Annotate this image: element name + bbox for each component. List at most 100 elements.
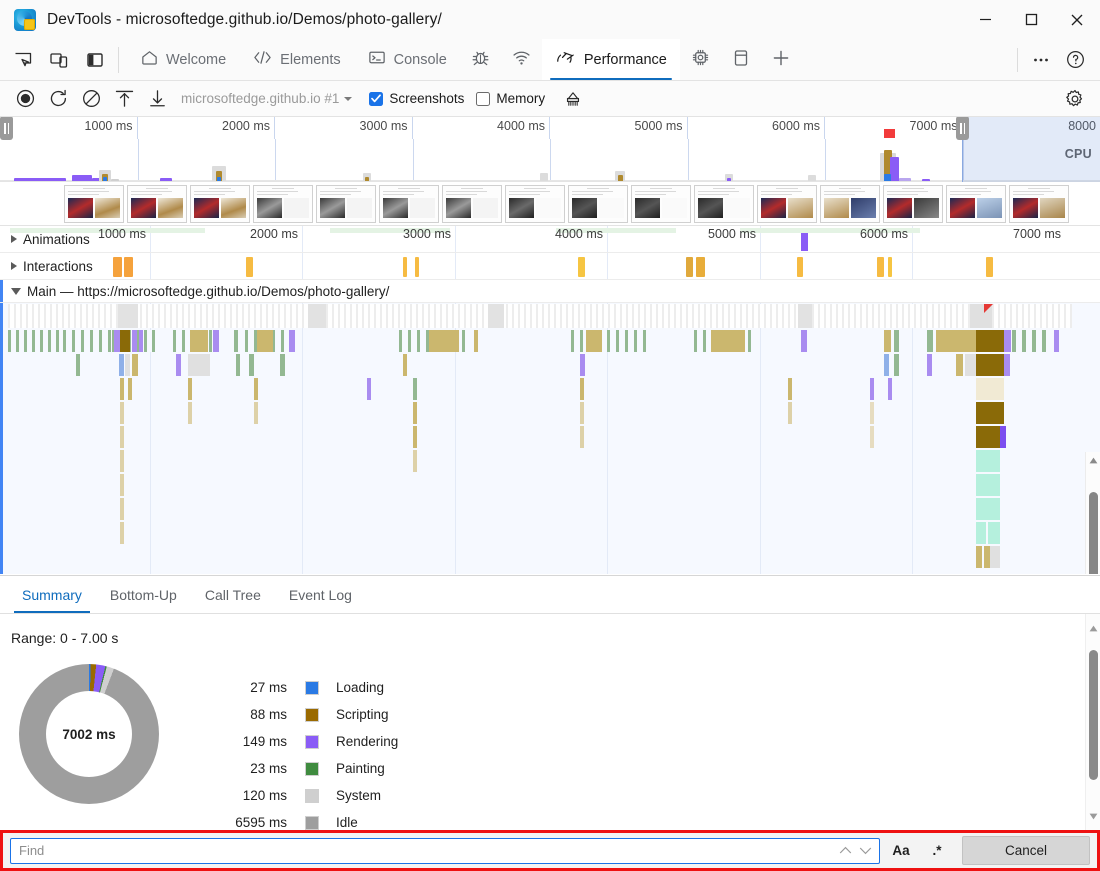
cancel-button[interactable]: Cancel (962, 836, 1090, 865)
tab-console[interactable]: Console (354, 39, 460, 80)
legend-row[interactable]: 88 ms Scripting (215, 701, 398, 728)
filmstrip-frame[interactable] (442, 185, 502, 223)
tab-sources[interactable] (460, 39, 501, 80)
tab-summary[interactable]: Summary (8, 576, 96, 613)
filmstrip-frame[interactable] (694, 185, 754, 223)
filmstrip-frame[interactable] (757, 185, 817, 223)
track-header-main[interactable]: Main — https://microsoftedge.github.io/D… (0, 280, 389, 302)
track-header-animations[interactable]: Animations (0, 226, 90, 252)
close-button[interactable] (1054, 0, 1100, 39)
overview-tick-label: 5000 ms (635, 119, 683, 133)
scroll-down-icon[interactable] (1086, 808, 1100, 824)
target-select[interactable]: microsoftedge.github.io #1 (175, 88, 357, 109)
filmstrip-strip[interactable] (0, 182, 1100, 226)
filmstrip-frame[interactable] (1009, 185, 1069, 223)
device-toolbar-icon[interactable] (42, 43, 76, 77)
filmstrip-frame[interactable] (316, 185, 376, 223)
interaction-event[interactable] (124, 257, 133, 277)
regex-button[interactable]: .* (922, 837, 952, 865)
summary-scrollbar[interactable] (1085, 614, 1100, 830)
tracks-scrollbar[interactable] (1085, 452, 1100, 574)
dock-side-icon[interactable] (78, 43, 112, 77)
record-button[interactable] (10, 85, 41, 113)
memory-checkbox[interactable]: Memory (476, 91, 545, 106)
interaction-event[interactable] (578, 257, 585, 277)
collapse-triangle-icon[interactable] (11, 288, 21, 295)
inspect-icon[interactable] (6, 43, 40, 77)
summary-scrollbar-thumb[interactable] (1089, 650, 1098, 780)
filmstrip-frame[interactable] (568, 185, 628, 223)
interaction-event[interactable] (877, 257, 884, 277)
save-profile-button[interactable] (142, 85, 173, 113)
help-icon[interactable] (1058, 43, 1092, 77)
find-input[interactable] (11, 840, 835, 862)
interaction-event[interactable] (888, 257, 892, 277)
track-header-interactions[interactable]: Interactions (0, 253, 93, 279)
interaction-event[interactable] (415, 257, 419, 277)
more-options-icon[interactable] (1024, 43, 1058, 77)
summary-donut-chart[interactable]: 7002 ms (19, 664, 159, 804)
legend-row[interactable]: 120 ms System (215, 782, 398, 809)
screenshots-checkbox[interactable]: Screenshots (369, 91, 464, 106)
find-previous-button[interactable] (835, 840, 855, 862)
interaction-event[interactable] (246, 257, 253, 277)
filmstrip-frame[interactable] (64, 185, 124, 223)
capture-settings-button[interactable] (1059, 85, 1090, 113)
collect-garbage-button[interactable] (557, 85, 588, 113)
filmstrip-frame[interactable] (253, 185, 313, 223)
timeline-tracks[interactable]: 1000 ms 2000 ms 3000 ms 4000 ms 5000 ms … (0, 226, 1100, 574)
tracks-scrollbar-thumb[interactable] (1089, 492, 1098, 574)
interaction-event[interactable] (797, 257, 803, 277)
filmstrip-frame[interactable] (379, 185, 439, 223)
interaction-event[interactable] (686, 257, 693, 277)
interaction-event[interactable] (113, 257, 122, 277)
expand-triangle-icon[interactable] (11, 235, 17, 243)
reload-and-record-button[interactable] (43, 85, 74, 113)
scroll-up-icon[interactable] (1086, 452, 1100, 468)
filmstrip-frame[interactable] (946, 185, 1006, 223)
filmstrip-frame[interactable] (505, 185, 565, 223)
filmstrip-frame[interactable] (883, 185, 943, 223)
filmstrip-frame[interactable] (820, 185, 880, 223)
clear-button[interactable] (76, 85, 107, 113)
legend-row[interactable]: 149 ms Rendering (215, 728, 398, 755)
filmstrip-frame[interactable] (631, 185, 691, 223)
track-interactions[interactable]: Interactions (0, 253, 1100, 280)
overview-tick: 3000 ms (275, 117, 413, 139)
track-main-header[interactable]: Main — https://microsoftedge.github.io/D… (0, 280, 1100, 303)
minimize-button[interactable] (962, 0, 1008, 39)
tab-event-log[interactable]: Event Log (275, 576, 366, 613)
find-next-button[interactable] (855, 840, 875, 862)
tab-memory[interactable] (680, 39, 721, 80)
devtools-tab-bar: Welcome Elements Console (0, 39, 1100, 81)
legend-row[interactable]: 6595 ms Idle (215, 809, 398, 830)
timeline-tick-label: 2000 ms (250, 227, 298, 241)
interaction-event[interactable] (696, 257, 705, 277)
tab-call-tree[interactable]: Call Tree (191, 576, 275, 613)
find-input-wrapper[interactable] (10, 838, 880, 864)
tab-application[interactable] (721, 39, 761, 80)
tab-network[interactable] (501, 39, 542, 80)
scroll-up-icon[interactable] (1086, 620, 1100, 636)
filmstrip-frame[interactable] (127, 185, 187, 223)
maximize-button[interactable] (1008, 0, 1054, 39)
interaction-event[interactable] (403, 257, 407, 277)
expand-triangle-icon[interactable] (11, 262, 17, 270)
filmstrip-frame[interactable] (190, 185, 250, 223)
match-case-button[interactable]: Aa (886, 837, 916, 865)
main-flame-chart[interactable] (0, 303, 1100, 574)
load-profile-button[interactable] (109, 85, 140, 113)
legend-row[interactable]: 27 ms Loading (215, 674, 398, 701)
legend-row[interactable]: 23 ms Painting (215, 755, 398, 782)
add-tab-button[interactable] (761, 39, 801, 80)
tab-welcome[interactable]: Welcome (127, 39, 239, 80)
tab-elements[interactable]: Elements (239, 39, 353, 80)
interaction-event[interactable] (986, 257, 993, 277)
legend-name: System (336, 788, 381, 803)
tab-bottom-up[interactable]: Bottom-Up (96, 576, 191, 613)
tab-performance[interactable]: Performance (542, 39, 680, 80)
long-task-warning-icon[interactable] (984, 304, 993, 313)
donut-center: 7002 ms (46, 691, 132, 777)
overview-right-handle[interactable] (956, 117, 969, 140)
checkbox-box (369, 92, 383, 106)
